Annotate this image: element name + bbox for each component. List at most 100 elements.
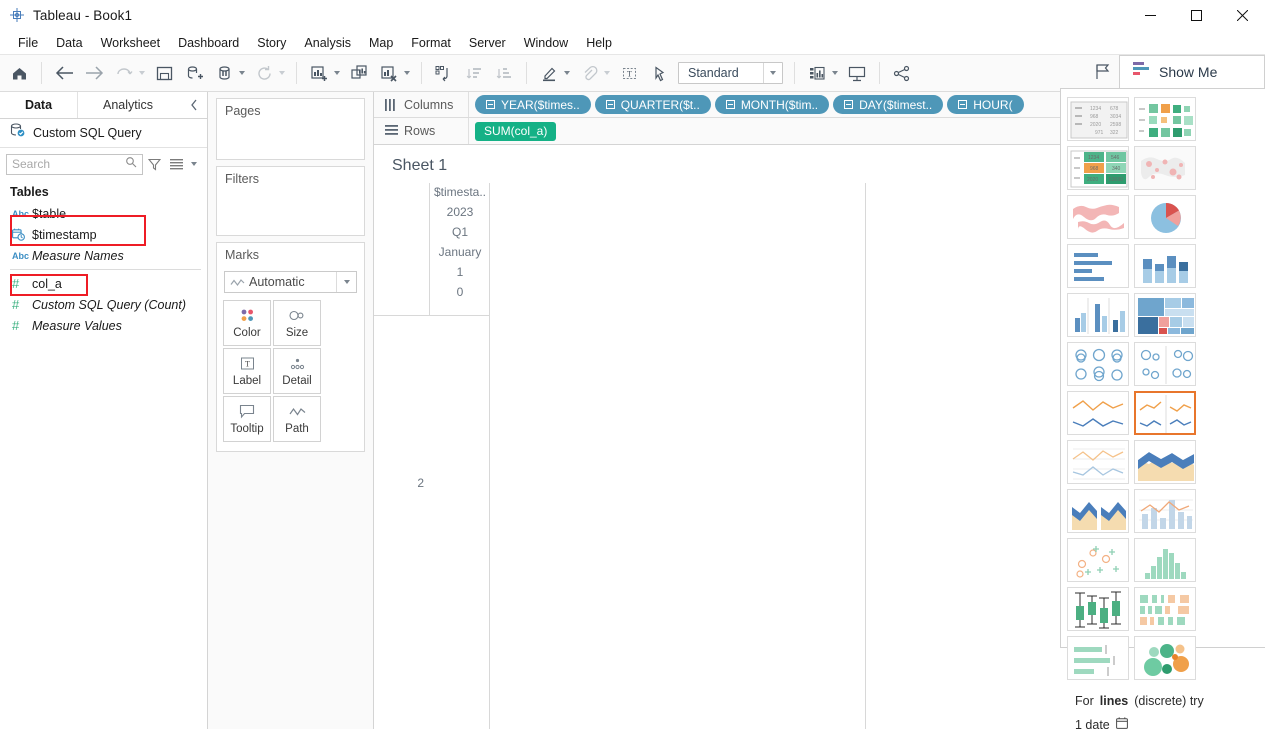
- cards-caret-icon[interactable]: [832, 71, 838, 75]
- search-input[interactable]: Search: [6, 153, 143, 175]
- fix-axes-icon[interactable]: [646, 60, 672, 86]
- menu-item-data[interactable]: Data: [47, 34, 91, 52]
- collapse-pane-icon[interactable]: [181, 92, 207, 118]
- thumb-treemap[interactable]: [1134, 293, 1196, 337]
- marks-detail-button[interactable]: Detail: [273, 348, 321, 394]
- minimize-button[interactable]: [1127, 0, 1173, 31]
- expand-minus-icon[interactable]: [958, 100, 968, 109]
- fit-dropdown-caret-icon[interactable]: [763, 63, 782, 83]
- thumb-highlight-table[interactable]: 1234 546 968 340 2020 53690: [1067, 146, 1129, 190]
- undo-dropdown-caret-icon[interactable]: [139, 71, 145, 75]
- close-button[interactable]: [1219, 0, 1265, 31]
- undo-icon[interactable]: [111, 60, 137, 86]
- fit-dropdown[interactable]: Standard: [678, 62, 783, 84]
- filters-card[interactable]: Filters: [216, 166, 365, 236]
- pill-hour-timestamp[interactable]: HOUR(: [947, 95, 1024, 114]
- marks-size-button[interactable]: Size: [273, 300, 321, 346]
- group-caret-icon[interactable]: [604, 71, 610, 75]
- thumb-scatter-plot[interactable]: [1067, 538, 1129, 582]
- show-hide-cards-icon[interactable]: [804, 60, 830, 86]
- pill-month-timestamp[interactable]: MONTH($tim..: [714, 95, 830, 114]
- tab-data[interactable]: Data: [0, 92, 78, 118]
- pill-year-timestamp[interactable]: YEAR($times..: [475, 95, 591, 114]
- thumb-horizontal-bars[interactable]: [1067, 244, 1129, 288]
- sort-descending-icon[interactable]: [491, 60, 517, 86]
- expand-minus-icon[interactable]: [486, 100, 495, 109]
- mark-type-dropdown[interactable]: Automatic: [224, 271, 357, 293]
- new-worksheet-caret-icon[interactable]: [334, 71, 340, 75]
- field-table[interactable]: Abc $table: [0, 203, 207, 224]
- marks-tooltip-button[interactable]: Tooltip: [223, 396, 271, 442]
- showme-flag-icon[interactable]: [1087, 56, 1119, 88]
- menu-item-help[interactable]: Help: [577, 34, 621, 52]
- menu-item-format[interactable]: Format: [402, 34, 460, 52]
- view-options-grid-icon[interactable]: [165, 158, 187, 170]
- pill-quarter-timestamp[interactable]: QUARTER($t..: [594, 95, 711, 114]
- show-mark-labels-icon[interactable]: T: [616, 60, 642, 86]
- marks-path-button[interactable]: Path: [273, 396, 321, 442]
- thumb-dual-lines[interactable]: [1067, 440, 1129, 484]
- menu-item-server[interactable]: Server: [460, 34, 515, 52]
- thumb-circle-views[interactable]: [1067, 342, 1129, 386]
- field-measure-names[interactable]: Abc Measure Names: [0, 245, 207, 266]
- forward-arrow-icon[interactable]: [81, 60, 107, 86]
- thumb-area-continuous[interactable]: [1134, 440, 1196, 484]
- pill-day-timestamp[interactable]: DAY($timest..: [833, 95, 944, 114]
- thumb-packed-bubbles[interactable]: [1134, 636, 1196, 680]
- highlighter-icon[interactable]: [536, 60, 562, 86]
- thumb-lines-discrete[interactable]: [1134, 391, 1196, 435]
- menu-item-window[interactable]: Window: [515, 34, 577, 52]
- duplicate-sheet-icon[interactable]: [346, 60, 372, 86]
- sort-ascending-icon[interactable]: [461, 60, 487, 86]
- thumb-gantt[interactable]: [1134, 587, 1196, 631]
- save-icon[interactable]: [151, 60, 177, 86]
- refresh-dropdown-caret-icon[interactable]: [279, 71, 285, 75]
- new-data-source-icon[interactable]: [181, 60, 207, 86]
- share-icon[interactable]: [889, 60, 915, 86]
- menu-item-analysis[interactable]: Analysis: [295, 34, 360, 52]
- field-custom-sql-count[interactable]: # Custom SQL Query (Count): [0, 294, 207, 315]
- menu-item-map[interactable]: Map: [360, 34, 402, 52]
- clear-sheet-caret-icon[interactable]: [404, 71, 410, 75]
- menu-item-worksheet[interactable]: Worksheet: [92, 34, 170, 52]
- menu-item-story[interactable]: Story: [248, 34, 295, 52]
- new-worksheet-icon[interactable]: [306, 60, 332, 86]
- view-options-caret-icon[interactable]: [187, 162, 201, 166]
- pill-sum-col-a[interactable]: SUM(col_a): [475, 121, 557, 141]
- field-timestamp[interactable]: $timestamp: [0, 224, 207, 245]
- thumb-side-by-side-bars[interactable]: [1067, 293, 1129, 337]
- data-source-row[interactable]: Custom SQL Query: [0, 119, 207, 148]
- maximize-button[interactable]: [1173, 0, 1219, 31]
- thumb-histogram[interactable]: [1134, 538, 1196, 582]
- thumb-symbol-map[interactable]: [1134, 146, 1196, 190]
- filter-funnel-icon[interactable]: [143, 158, 165, 171]
- thumb-box-and-whisker[interactable]: [1067, 587, 1129, 631]
- thumb-side-by-side-circles[interactable]: [1134, 342, 1196, 386]
- clear-sheet-icon[interactable]: [376, 60, 402, 86]
- thumb-stacked-bars[interactable]: [1134, 244, 1196, 288]
- mark-type-caret-icon[interactable]: [336, 272, 356, 292]
- group-members-icon[interactable]: [576, 60, 602, 86]
- thumb-pie-chart[interactable]: [1134, 195, 1196, 239]
- thumb-filled-map[interactable]: [1067, 195, 1129, 239]
- thumb-heat-map[interactable]: [1134, 97, 1196, 141]
- refresh-icon[interactable]: [251, 60, 277, 86]
- tab-analytics[interactable]: Analytics: [78, 92, 178, 118]
- menu-item-file[interactable]: File: [9, 34, 47, 52]
- back-arrow-icon[interactable]: [51, 60, 77, 86]
- thumb-area-discrete[interactable]: [1067, 489, 1129, 533]
- thumb-lines-continuous[interactable]: [1067, 391, 1129, 435]
- thumb-text-table[interactable]: 1234 678 968 3034 2020 2598 971 322: [1067, 97, 1129, 141]
- menu-item-dashboard[interactable]: Dashboard: [169, 34, 248, 52]
- thumb-bullet-graph[interactable]: [1067, 636, 1129, 680]
- expand-minus-icon[interactable]: [605, 100, 615, 109]
- pause-auto-update-icon[interactable]: [211, 60, 237, 86]
- marks-label-button[interactable]: T Label: [223, 348, 271, 394]
- pages-card[interactable]: Pages: [216, 98, 365, 160]
- expand-minus-icon[interactable]: [725, 100, 735, 109]
- presentation-mode-icon[interactable]: [844, 60, 870, 86]
- home-icon[interactable]: [6, 60, 32, 86]
- highlighter-caret-icon[interactable]: [564, 71, 570, 75]
- thumb-dual-combination[interactable]: [1134, 489, 1196, 533]
- pause-dropdown-caret-icon[interactable]: [239, 71, 245, 75]
